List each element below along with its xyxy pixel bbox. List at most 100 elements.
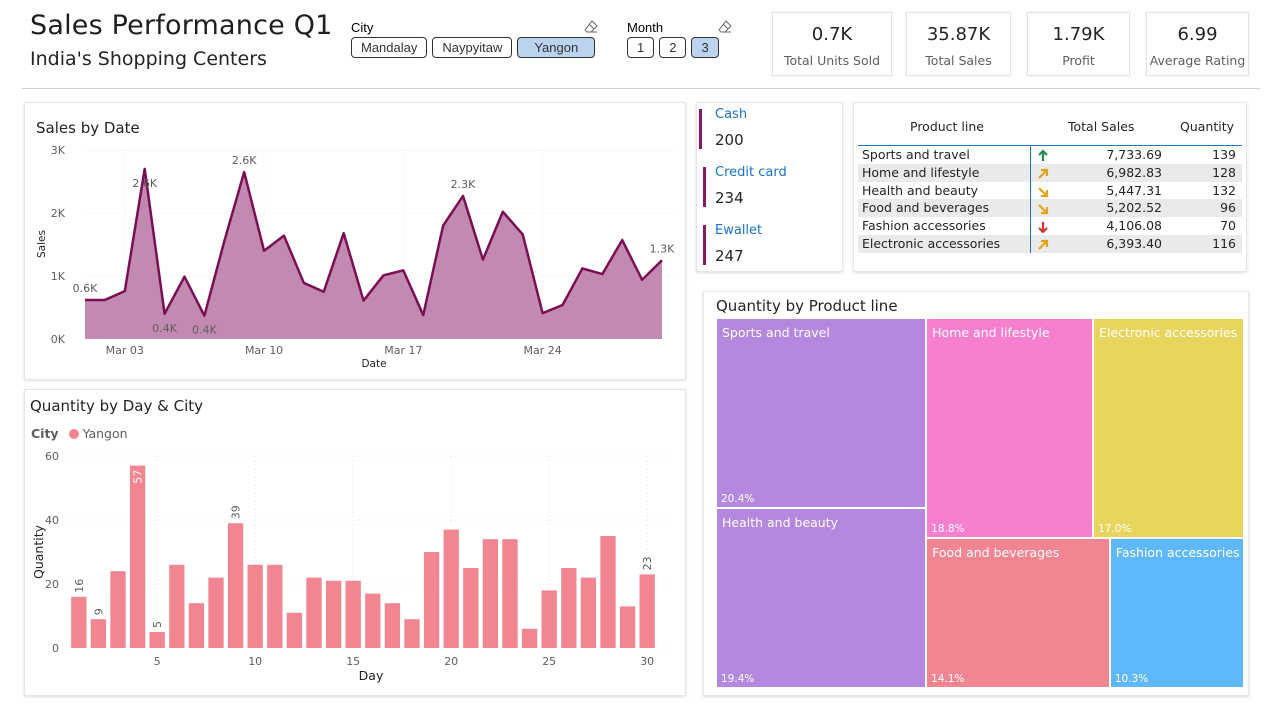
treemap-tile[interactable]: Sports and travel 20.4%	[716, 318, 927, 508]
visual-title: Quantity by Product line	[716, 297, 898, 315]
payment-label: Ewallet	[715, 223, 763, 238]
table-row[interactable]: Electronic accessories 6,393.40 116	[858, 234, 1242, 253]
column-header-total-sales[interactable]: Total Sales	[1068, 119, 1134, 134]
city-option-mandalay[interactable]: Mandalay	[351, 37, 428, 58]
treemap-tile[interactable]: Electronic accessories 17.0%	[1093, 318, 1244, 539]
x-tick-label: Mar 10	[245, 344, 283, 357]
tile-label: Home and lifestyle	[932, 325, 1050, 340]
bar	[208, 577, 224, 648]
column-header-quantity[interactable]: Quantity	[1180, 119, 1234, 134]
bar	[149, 632, 165, 648]
treemap-tile[interactable]: Food and beverages 14.1%	[926, 538, 1110, 688]
kpi-label: Profit	[1062, 53, 1095, 68]
product-line-table[interactable]: Product line Total Sales Quantity Sports…	[853, 102, 1247, 272]
bar	[600, 536, 616, 648]
bar	[286, 612, 303, 648]
kpi-label: Average Rating	[1149, 53, 1246, 68]
cell-quantity: 139	[1212, 147, 1236, 162]
sales-by-date-visual[interactable]: Sales by Date 0K 1K 2K 3K Mar 03 Mar 10 Mar 17…	[24, 102, 686, 380]
bar	[463, 568, 479, 648]
month-option-1[interactable]: 1	[627, 37, 655, 58]
table-row[interactable]: Home and lifestyle 6,982.83 128	[858, 163, 1242, 182]
bar	[325, 580, 342, 648]
bar	[110, 571, 126, 648]
month-option-2[interactable]: 2	[659, 37, 687, 58]
data-label: 0.4K	[192, 324, 217, 337]
tile-percent: 10.3%	[1114, 672, 1149, 685]
city-option-yangon[interactable]: Yangon	[517, 37, 596, 58]
data-label: 16	[73, 579, 86, 593]
x-axis-title: Date	[361, 358, 386, 370]
quantity-bar-chart: 0 20 40 60 5 10 15 20 25 30 16 9 57 5 39 23 Day Quantity	[31, 450, 671, 683]
table-row[interactable]: Health and beauty 5,447.31 132	[858, 181, 1242, 201]
bar	[384, 603, 401, 648]
tile-label: Fashion accessories	[1115, 545, 1240, 561]
treemap-tile[interactable]: Home and lifestyle 18.8%	[926, 318, 1094, 539]
bar	[404, 619, 420, 648]
bar	[639, 574, 655, 648]
tile-percent: 14.1%	[931, 672, 965, 685]
kpi-card-average-rating: 6.99 Average Rating	[1146, 12, 1249, 76]
treemap-tile[interactable]: Health and beauty 19.4%	[716, 507, 927, 688]
area-fill	[85, 168, 662, 339]
month-option-3[interactable]: 3	[691, 37, 719, 58]
table-row[interactable]: Food and beverages 5,202.52 96	[858, 199, 1242, 218]
quantity-by-product-line-visual[interactable]: Quantity by Product line Sports and trav…	[703, 291, 1249, 696]
quantity-by-day-visual[interactable]: Quantity by Day & City City Yangon 0 20 40…	[24, 389, 686, 696]
bar	[247, 564, 263, 648]
cell-product-line: Sports and travel	[862, 147, 970, 162]
table-body: Sports and travel 7,733.69 139 Home and lif…	[858, 146, 1242, 253]
clear-selection-icon[interactable]	[718, 20, 732, 34]
bar	[443, 529, 459, 648]
data-label: 9	[92, 608, 105, 615]
arrow-up-icon	[1036, 148, 1050, 165]
cell-total-sales: 5,202.52	[1106, 200, 1162, 216]
y-tick-label: 0K	[51, 333, 66, 346]
data-label: 2.3K	[451, 178, 476, 191]
cell-total-sales: 6,393.40	[1106, 235, 1162, 251]
table-row[interactable]: Sports and travel 7,733.69 139	[858, 146, 1242, 164]
bar	[188, 603, 205, 648]
bar	[227, 523, 244, 648]
month-slicer: Month 1 2 3	[627, 20, 732, 58]
bar	[521, 628, 538, 648]
y-tick-label: 1K	[51, 270, 66, 283]
y-tick-label: 0	[52, 642, 59, 655]
payment-item-cash: Cash 200	[697, 105, 837, 155]
cell-quantity: 116	[1212, 235, 1236, 251]
cell-quantity: 132	[1212, 182, 1236, 198]
accent-bar	[699, 109, 702, 149]
bar	[267, 564, 283, 648]
payment-value: 234	[715, 189, 744, 207]
x-tick-label: 25	[542, 655, 556, 668]
treemap: Sports and travel 20.4% Health and beauty 1…	[716, 318, 1244, 688]
treemap-tile[interactable]: Fashion accessories 10.3%	[1109, 538, 1244, 688]
arrow-down-icon	[1036, 219, 1050, 236]
bar	[423, 552, 440, 648]
cell-product-line: Food and beverages	[862, 200, 990, 216]
sales-area-chart: 0K 1K 2K 3K Mar 03 Mar 10 Mar 17 Mar 24 0.6K 2.6K…	[36, 144, 675, 370]
column-header-product-line[interactable]: Product line	[910, 119, 984, 134]
clear-selection-icon[interactable]	[584, 20, 598, 34]
payment-value: 200	[715, 131, 744, 149]
arrow-down-right-icon	[1036, 184, 1050, 201]
accent-bar	[703, 225, 706, 265]
cell-product-line: Health and beauty	[862, 182, 979, 198]
city-option-naypyitaw[interactable]: Naypyitaw	[432, 37, 513, 58]
bar	[306, 577, 322, 648]
data-label: 39	[230, 505, 243, 519]
tile-percent: 18.8%	[931, 523, 965, 536]
x-tick-label: Mar 03	[106, 344, 144, 357]
column-divider	[1030, 146, 1031, 253]
data-label: 57	[132, 470, 145, 484]
table-row[interactable]: Fashion accessories 4,106.08 70	[858, 217, 1242, 235]
x-tick-label: 10	[248, 655, 262, 668]
kpi-value: 0.7K	[811, 24, 853, 45]
bar	[541, 590, 557, 648]
data-label: 0.4K	[152, 322, 177, 335]
kpi-label: Total Sales	[925, 53, 992, 68]
month-slicer-label: Month	[627, 20, 664, 35]
x-tick-label: 20	[444, 655, 458, 668]
header-divider	[22, 88, 1260, 89]
y-tick-label: 20	[45, 578, 59, 591]
